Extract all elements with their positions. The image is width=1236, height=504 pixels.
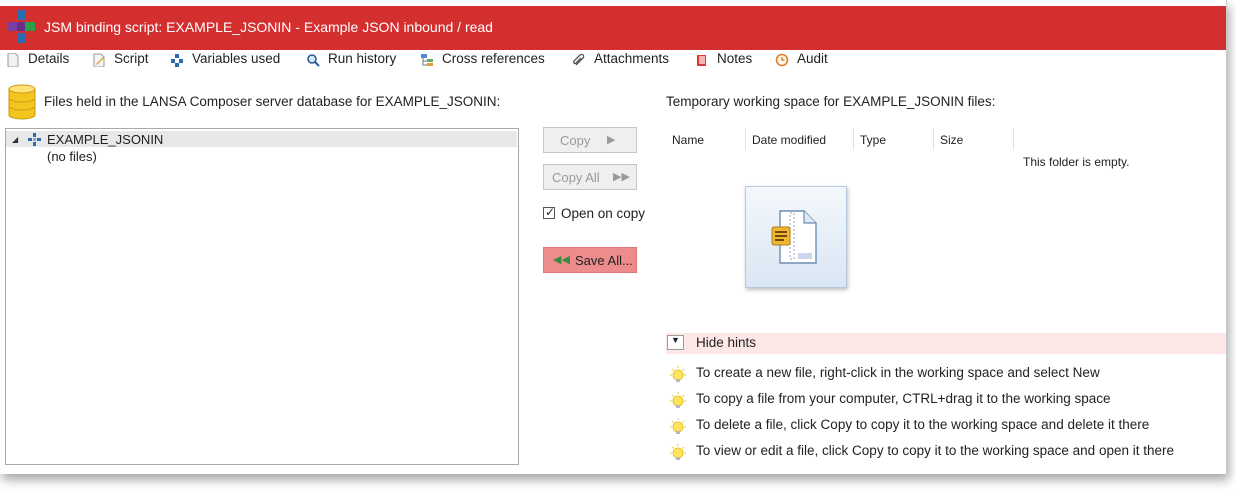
- column-header-date-modified[interactable]: Date modified: [752, 133, 826, 147]
- tab-label: Audit: [797, 51, 828, 66]
- tab-label: Script: [114, 51, 149, 66]
- column-separator: [745, 128, 746, 150]
- tree-expand-icon[interactable]: ◢: [12, 135, 18, 144]
- tab-label: Variables used: [192, 51, 281, 66]
- triangle-down-icon: ▼: [671, 335, 680, 345]
- double-arrow-left-icon: ◀◀: [553, 254, 570, 266]
- hints-header: ▼ Hide hints: [666, 333, 1226, 354]
- column-header-name[interactable]: Name: [672, 133, 704, 147]
- hint-text: To delete a file, click Copy to copy it …: [696, 417, 1150, 432]
- zipped-document-icon: [771, 210, 817, 264]
- tab-label: Cross references: [442, 51, 545, 66]
- title-bar: JSM binding script: EXAMPLE_JSONIN - Exa…: [0, 6, 1226, 50]
- hint-text: To view or edit a file, click Copy to co…: [696, 443, 1174, 458]
- column-header-size[interactable]: Size: [940, 133, 963, 147]
- server-files-heading: Files held in the LANSA Composer server …: [44, 94, 501, 109]
- database-icon: [8, 84, 36, 120]
- book-icon: [697, 55, 706, 66]
- folder-empty-message: This folder is empty.: [1023, 155, 1130, 169]
- copy-button[interactable]: Copy ▶: [543, 127, 637, 153]
- column-separator: [853, 128, 854, 150]
- hint-item: To create a new file, right-click in the…: [668, 364, 1200, 384]
- checkmark-icon: ✓: [545, 205, 556, 219]
- open-on-copy-label[interactable]: Open on copy: [561, 206, 645, 221]
- variables-icon: [171, 54, 183, 67]
- tab-label: Attachments: [594, 51, 670, 66]
- tab-label: Run history: [328, 51, 397, 66]
- double-arrow-right-icon: ▶▶: [613, 171, 630, 183]
- server-files-tree[interactable]: ◢ EXAMPLE_JSONIN (no files): [5, 128, 519, 465]
- tab-label: Notes: [717, 51, 753, 66]
- lightbulb-icon: [670, 444, 686, 460]
- column-separator: [1013, 128, 1014, 150]
- application-window: JSM binding script: EXAMPLE_JSONIN - Exa…: [0, 0, 1227, 474]
- save-all-button-label: Save All...: [575, 253, 633, 268]
- copy-all-button-label: Copy All: [552, 170, 600, 185]
- hint-text: To create a new file, right-click in the…: [696, 365, 1100, 380]
- lightbulb-icon: [670, 366, 686, 382]
- tree-root-label: EXAMPLE_JSONIN: [47, 132, 164, 147]
- save-all-button[interactable]: ◀◀ Save All...: [543, 247, 637, 273]
- lightbulb-icon: [670, 418, 686, 434]
- working-space-drop-area[interactable]: [745, 186, 847, 288]
- copy-button-label: Copy: [560, 133, 591, 148]
- lansa-logo-icon: [7, 10, 35, 43]
- tree-empty-label: (no files): [47, 149, 97, 164]
- hint-item: To copy a file from your computer, CTRL+…: [668, 390, 1200, 410]
- magnifier-icon: [307, 54, 320, 67]
- paperclip-icon: [572, 53, 585, 66]
- tab-bar: Details Script Variables used Run histor…: [0, 50, 1226, 74]
- clock-icon: [775, 53, 789, 67]
- lightbulb-icon: [670, 392, 686, 408]
- tab-label: Details: [28, 51, 70, 66]
- hint-item: To view or edit a file, click Copy to co…: [668, 442, 1200, 462]
- arrow-right-icon: ▶: [607, 134, 616, 146]
- hint-text: To copy a file from your computer, CTRL+…: [696, 391, 1111, 406]
- column-header-type[interactable]: Type: [860, 133, 886, 147]
- copy-all-button[interactable]: Copy All ▶▶: [543, 164, 637, 190]
- hierarchy-icon: [421, 54, 433, 66]
- pencil-page-icon: [93, 53, 105, 67]
- column-separator: [933, 128, 934, 150]
- page-icon: [7, 53, 19, 67]
- open-on-copy-checkbox[interactable]: ✓: [543, 205, 556, 219]
- working-space-heading: Temporary working space for EXAMPLE_JSON…: [666, 94, 996, 109]
- binding-node-icon: [28, 133, 41, 146]
- hide-hints-link[interactable]: Hide hints: [696, 335, 756, 350]
- hints-toggle-button[interactable]: ▼: [667, 335, 684, 350]
- window-title: JSM binding script: EXAMPLE_JSONIN - Exa…: [44, 19, 493, 35]
- tree-root-row[interactable]: ◢ EXAMPLE_JSONIN: [6, 131, 517, 147]
- hint-item: To delete a file, click Copy to copy it …: [668, 416, 1200, 436]
